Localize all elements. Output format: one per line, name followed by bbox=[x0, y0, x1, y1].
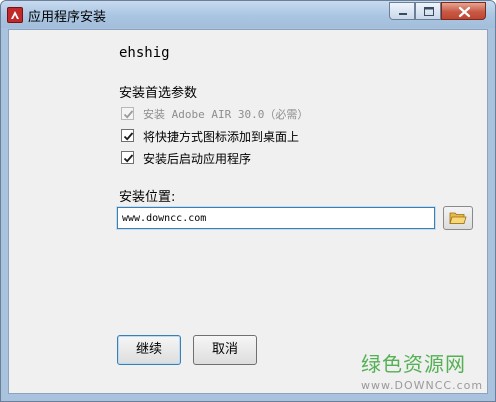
preferences-heading: 安装首选参数 bbox=[119, 86, 198, 101]
close-button[interactable] bbox=[441, 2, 486, 20]
close-icon bbox=[458, 6, 471, 18]
browse-button[interactable] bbox=[443, 206, 473, 230]
option-label: 将快捷方式图标添加到桌面上 bbox=[143, 130, 300, 144]
install-location-label: 安装位置: bbox=[119, 190, 176, 205]
minimize-icon bbox=[399, 13, 407, 15]
checkbox-install-air bbox=[121, 107, 134, 120]
install-location-input[interactable] bbox=[117, 207, 435, 229]
cancel-button[interactable]: 取消 bbox=[193, 335, 257, 365]
window-title: 应用程序安装 bbox=[28, 10, 107, 25]
app-name: ehshig bbox=[119, 45, 170, 61]
watermark: 绿色资源网 www.DOWNCC.com bbox=[361, 348, 483, 392]
checkbox-desktop-shortcut[interactable] bbox=[121, 129, 134, 142]
dialog-content: ehshig 安装首选参数 安装 Adobe AIR 30.0（必需） 将快捷方… bbox=[8, 29, 488, 394]
checkmark-icon bbox=[123, 132, 134, 141]
checkmark-icon bbox=[123, 110, 134, 119]
watermark-url: www.DOWNCC.com bbox=[361, 379, 484, 392]
installer-window: 应用程序安装 ehshig 安装首选参数 安装 Adobe AIR 30.0（必… bbox=[0, 0, 496, 402]
continue-button[interactable]: 继续 bbox=[117, 335, 181, 365]
option-label: 安装 Adobe AIR 30.0（必需） bbox=[143, 108, 309, 121]
checkbox-launch-after-install[interactable] bbox=[121, 151, 134, 164]
title-bar[interactable]: 应用程序安装 bbox=[1, 1, 495, 28]
watermark-text: 绿色资源网 bbox=[361, 352, 466, 376]
maximize-icon bbox=[424, 7, 434, 16]
maximize-button[interactable] bbox=[415, 2, 441, 20]
option-label: 安装后启动应用程序 bbox=[143, 152, 252, 166]
adobe-air-icon bbox=[7, 7, 23, 23]
checkmark-icon bbox=[123, 154, 134, 163]
minimize-button[interactable] bbox=[389, 2, 415, 20]
folder-open-icon bbox=[449, 212, 467, 224]
